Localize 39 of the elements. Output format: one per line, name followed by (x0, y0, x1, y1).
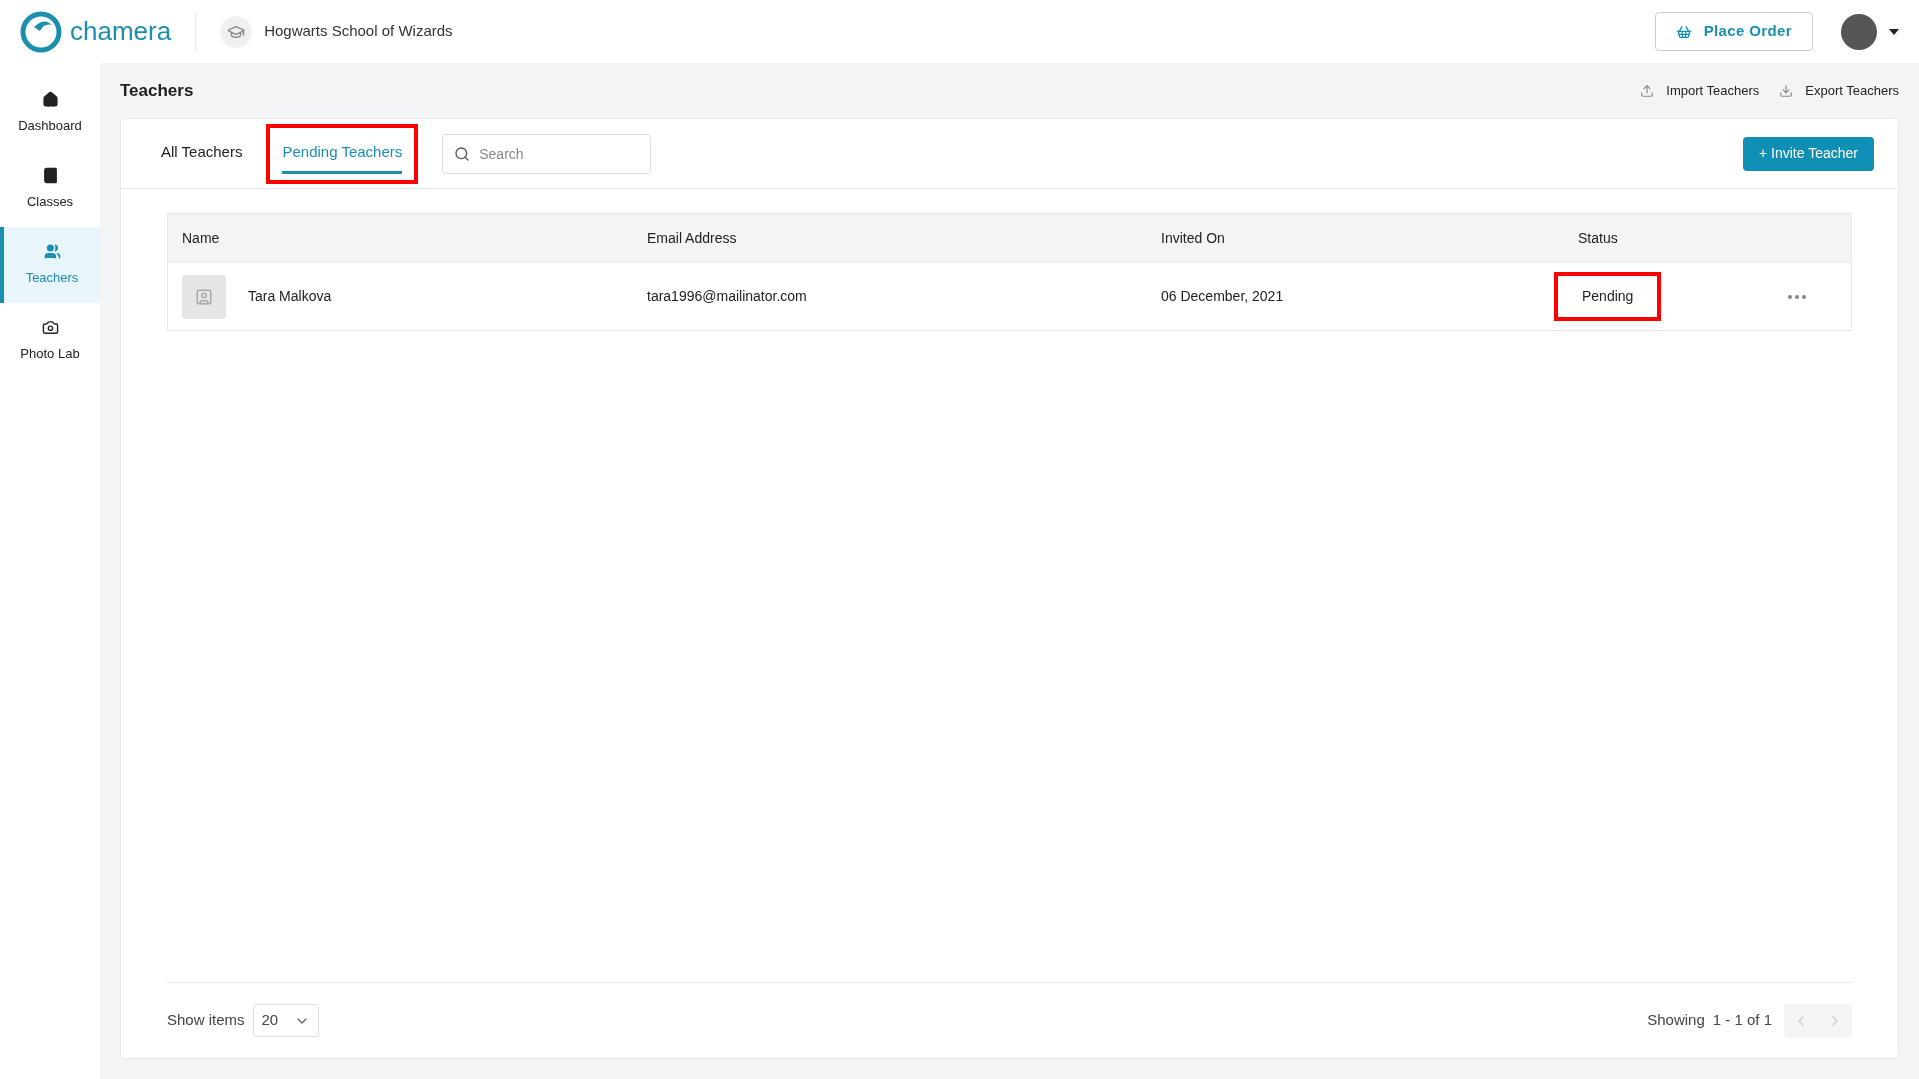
show-items-label: Show items (167, 1010, 245, 1031)
home-icon (41, 90, 59, 108)
basket-icon (1675, 23, 1692, 40)
school-name: Hogwarts School of Wizards (264, 21, 453, 42)
page-range: 1 - 1 of 1 (1712, 1010, 1772, 1031)
sidebar-item[interactable]: Dashboard (0, 75, 100, 151)
avatar-placeholder-icon (182, 274, 226, 319)
book-icon (41, 166, 59, 184)
page-size-select[interactable]: 20 (252, 1004, 319, 1037)
page-title: Teachers (120, 79, 194, 102)
school-icon (220, 15, 253, 48)
table-cell-text: tara1996@mailinator.com (647, 287, 808, 306)
logo-icon (20, 10, 62, 53)
people-icon (43, 242, 61, 260)
search-icon (454, 145, 471, 162)
sidebar-item[interactable]: Classes (0, 151, 100, 227)
search-field[interactable]: Search (442, 133, 652, 174)
caret-icon[interactable] (1889, 28, 1899, 35)
camera-icon (41, 318, 59, 336)
download-icon (1779, 83, 1794, 98)
status-text: Pending (1554, 272, 1662, 321)
upload-icon (1640, 83, 1655, 98)
column-header: Status (1578, 228, 1619, 248)
column-header: Name (182, 228, 221, 248)
sidebar-item[interactable]: Teachers (0, 227, 100, 303)
brand-name: chamera (70, 15, 172, 48)
table-cell-text: Tara Malkova (248, 287, 332, 306)
showing-label: Showing (1647, 1010, 1705, 1031)
toolbar-link[interactable]: Export Teachers (1779, 80, 1899, 101)
place-order-button[interactable]: Place Order (1654, 12, 1813, 51)
avatar[interactable] (1841, 13, 1877, 50)
column-header: Email Address (647, 228, 738, 248)
sidebar-item[interactable]: Photo Lab (0, 303, 100, 379)
table-cell-text: 06 December, 2021 (1161, 287, 1285, 306)
toolbar-link[interactable]: Import Teachers (1640, 80, 1760, 101)
tab[interactable]: All Teachers (145, 123, 259, 184)
tab[interactable]: Pending Teachers (266, 123, 419, 184)
invite-teacher-button[interactable]: + Invite Teacher (1743, 136, 1874, 171)
column-header: Invited On (1161, 228, 1226, 248)
